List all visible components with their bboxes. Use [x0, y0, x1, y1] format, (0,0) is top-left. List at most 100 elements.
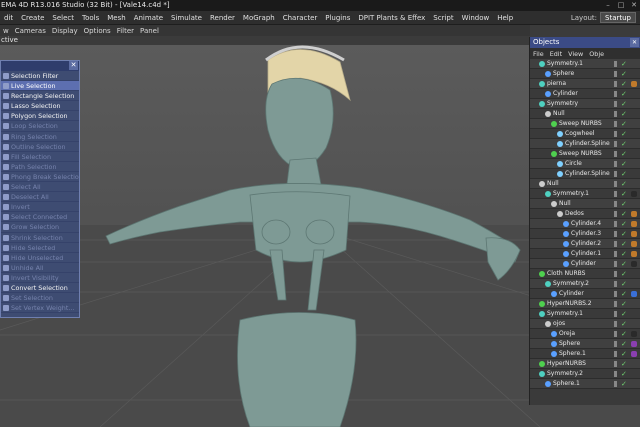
enabled-check-icon[interactable]: ✓	[621, 139, 627, 149]
object-row[interactable]: Cylinder ✓	[530, 89, 640, 99]
visibility-dots-icon[interactable]	[614, 361, 617, 367]
selection-menu-item[interactable]: Shrink Selection	[1, 233, 79, 243]
object-row[interactable]: Symmetry.1 ✓	[530, 309, 640, 319]
enabled-check-icon[interactable]: ✓	[621, 309, 627, 319]
enabled-check-icon[interactable]: ✓	[621, 199, 627, 209]
selection-menu-item[interactable]: Set Vertex Weight...	[1, 303, 79, 314]
visibility-dots-icon[interactable]	[614, 201, 617, 207]
objects-menu-edit[interactable]: Edit	[547, 50, 565, 58]
enabled-check-icon[interactable]: ✓	[621, 369, 627, 379]
visibility-dots-icon[interactable]	[614, 351, 617, 357]
menu-tools[interactable]: Tools	[78, 14, 103, 22]
object-row[interactable]: HyperNURBS.2 ✓	[530, 299, 640, 309]
selection-menu-item[interactable]: Selection Filter	[1, 71, 79, 82]
enabled-check-icon[interactable]: ✓	[621, 349, 627, 359]
material-tag-icon[interactable]	[631, 261, 637, 267]
visibility-dots-icon[interactable]	[614, 371, 617, 377]
objects-menu-view[interactable]: View	[565, 50, 586, 58]
material-tag-icon[interactable]	[631, 231, 637, 237]
menu-dpit[interactable]: DPIT Plants & Effex	[354, 14, 429, 22]
enabled-check-icon[interactable]: ✓	[621, 69, 627, 79]
object-row[interactable]: Cylinder.4 ✓	[530, 219, 640, 229]
viewport-menu-filter[interactable]: Filter	[114, 27, 137, 35]
enabled-check-icon[interactable]: ✓	[621, 379, 627, 389]
maximize-icon[interactable]: □	[615, 0, 627, 11]
enabled-check-icon[interactable]: ✓	[621, 329, 627, 339]
close-icon[interactable]: ✕	[69, 61, 78, 70]
enabled-check-icon[interactable]: ✓	[621, 119, 627, 129]
visibility-dots-icon[interactable]	[614, 281, 617, 287]
visibility-dots-icon[interactable]	[614, 191, 617, 197]
visibility-dots-icon[interactable]	[614, 321, 617, 327]
selection-menu-item[interactable]: Hide Unselected	[1, 253, 79, 263]
visibility-dots-icon[interactable]	[614, 111, 617, 117]
object-row[interactable]: Cylinder.Spline ✓	[530, 139, 640, 149]
menu-create[interactable]: Create	[17, 14, 48, 22]
object-row[interactable]: Dedos ✓	[530, 209, 640, 219]
menu-edit[interactable]: dit	[0, 14, 17, 22]
objects-menu-objects[interactable]: Obje	[586, 50, 607, 58]
object-row[interactable]: Cylinder.2 ✓	[530, 239, 640, 249]
visibility-dots-icon[interactable]	[614, 81, 617, 87]
menu-render[interactable]: Render	[206, 14, 239, 22]
visibility-dots-icon[interactable]	[614, 311, 617, 317]
object-row[interactable]: Circle ✓	[530, 159, 640, 169]
enabled-check-icon[interactable]: ✓	[621, 129, 627, 139]
object-row[interactable]: Null ✓	[530, 179, 640, 189]
material-tag-icon[interactable]	[631, 191, 637, 197]
visibility-dots-icon[interactable]	[614, 241, 617, 247]
enabled-check-icon[interactable]: ✓	[621, 79, 627, 89]
selection-menu-item[interactable]: Select Connected	[1, 212, 79, 223]
material-tag-icon[interactable]	[631, 331, 637, 337]
enabled-check-icon[interactable]: ✓	[621, 189, 627, 199]
object-row[interactable]: Sweep NURBS ✓	[530, 149, 640, 159]
visibility-dots-icon[interactable]	[614, 101, 617, 107]
selection-menu-item[interactable]: Polygon Selection	[1, 111, 79, 122]
visibility-dots-icon[interactable]	[614, 221, 617, 227]
minimize-icon[interactable]: –	[602, 0, 614, 11]
visibility-dots-icon[interactable]	[614, 211, 617, 217]
selection-menu-item[interactable]: Phong Break Selection	[1, 172, 79, 183]
material-tag-icon[interactable]	[631, 211, 637, 217]
menu-help[interactable]: Help	[493, 14, 517, 22]
object-row[interactable]: Null ✓	[530, 199, 640, 209]
object-row[interactable]: Cylinder.Spline ✓	[530, 169, 640, 179]
selection-menu-item[interactable]: Convert Selection	[1, 283, 79, 294]
viewport-menu-cameras[interactable]: Cameras	[12, 27, 49, 35]
enabled-check-icon[interactable]: ✓	[621, 269, 627, 279]
enabled-check-icon[interactable]: ✓	[621, 149, 627, 159]
object-row[interactable]: Sphere.1 ✓	[530, 379, 640, 389]
object-row[interactable]: Symmetry ✓	[530, 99, 640, 109]
menu-mograph[interactable]: MoGraph	[239, 14, 279, 22]
material-tag-icon[interactable]	[631, 251, 637, 257]
selection-menu-item[interactable]: Fill Selection	[1, 152, 79, 162]
enabled-check-icon[interactable]: ✓	[621, 99, 627, 109]
enabled-check-icon[interactable]: ✓	[621, 169, 627, 179]
material-tag-icon[interactable]	[631, 81, 637, 87]
enabled-check-icon[interactable]: ✓	[621, 259, 627, 269]
close-icon[interactable]: ✕	[630, 38, 639, 47]
object-row[interactable]: HyperNURBS ✓	[530, 359, 640, 369]
viewport-menu-view[interactable]: w	[0, 27, 12, 35]
selection-menu-item[interactable]: Hide Selected	[1, 243, 79, 253]
visibility-dots-icon[interactable]	[614, 231, 617, 237]
enabled-check-icon[interactable]: ✓	[621, 109, 627, 119]
enabled-check-icon[interactable]: ✓	[621, 229, 627, 239]
selection-menu-item[interactable]: Invert Visibility	[1, 273, 79, 283]
enabled-check-icon[interactable]: ✓	[621, 179, 627, 189]
visibility-dots-icon[interactable]	[614, 331, 617, 337]
enabled-check-icon[interactable]: ✓	[621, 279, 627, 289]
object-row[interactable]: Symmetry.2 ✓	[530, 369, 640, 379]
menu-mesh[interactable]: Mesh	[103, 14, 129, 22]
viewport-menu-display[interactable]: Display	[49, 27, 81, 35]
object-row[interactable]: Null ✓	[530, 109, 640, 119]
visibility-dots-icon[interactable]	[614, 251, 617, 257]
selection-menu-item[interactable]: Path Selection	[1, 162, 79, 172]
visibility-dots-icon[interactable]	[614, 91, 617, 97]
enabled-check-icon[interactable]: ✓	[621, 59, 627, 69]
visibility-dots-icon[interactable]	[614, 141, 617, 147]
object-row[interactable]: Sphere ✓	[530, 69, 640, 79]
visibility-dots-icon[interactable]	[614, 381, 617, 387]
enabled-check-icon[interactable]: ✓	[621, 249, 627, 259]
object-row[interactable]: Sweep NURBS ✓	[530, 119, 640, 129]
